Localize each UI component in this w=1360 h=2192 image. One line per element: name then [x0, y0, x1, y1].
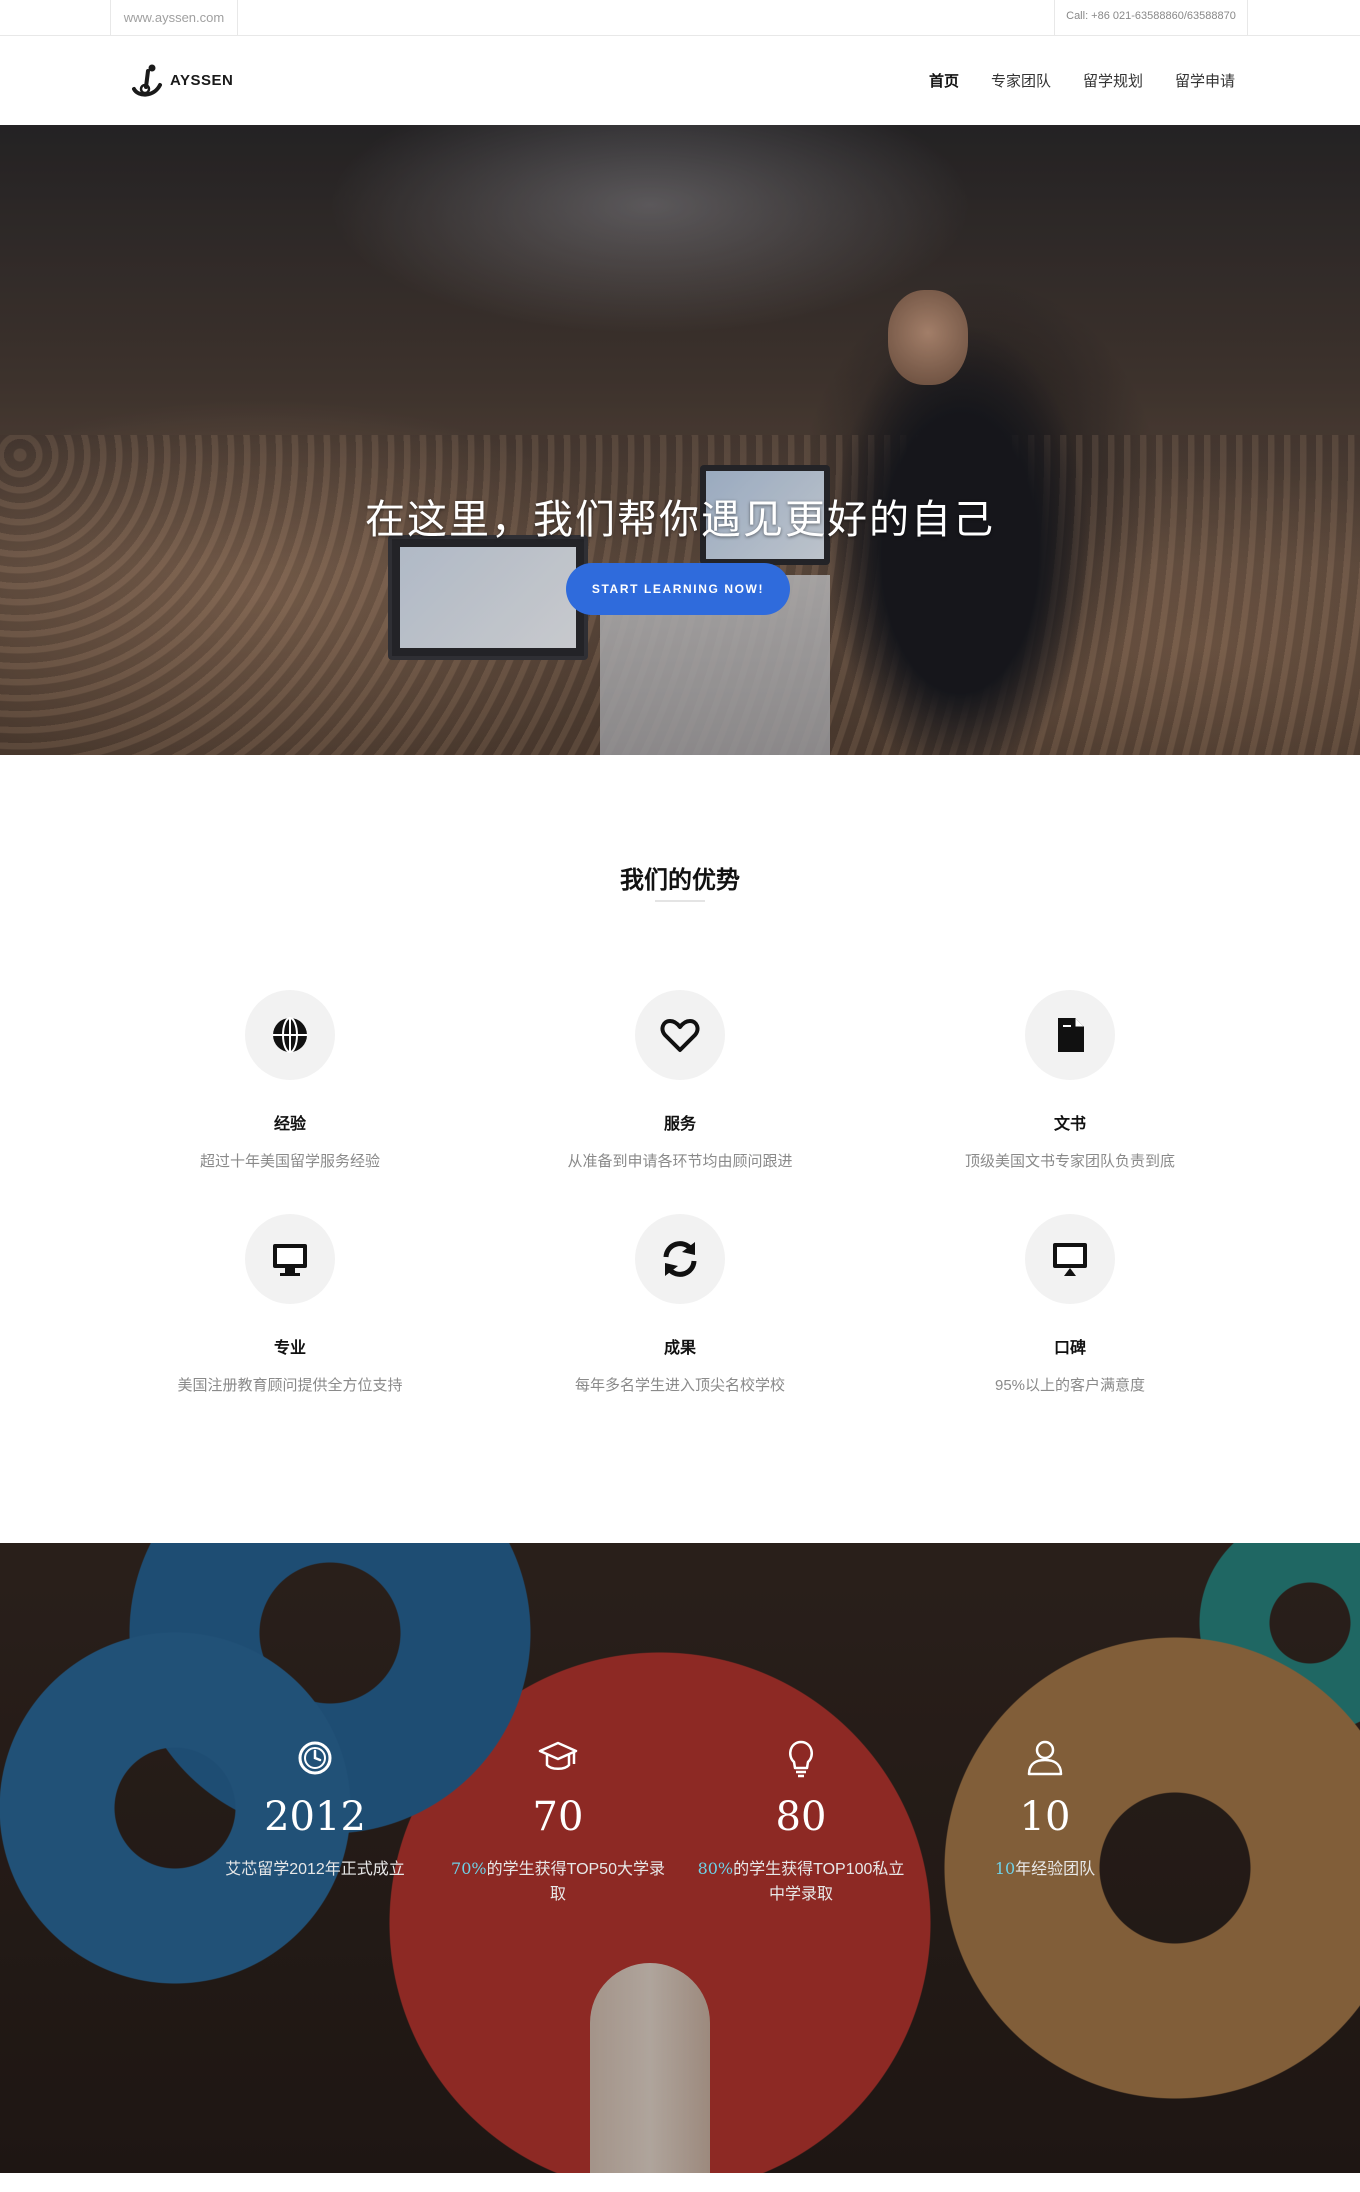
refresh-icon: [663, 1241, 697, 1277]
feature-item: 文书 顶级美国文书专家团队负责到底: [875, 990, 1265, 1171]
stat-item: 2012 艾芯留学2012年正式成立: [205, 1738, 425, 1882]
user-icon: [1025, 1738, 1065, 1778]
feature-item: 专业 美国注册教育顾问提供全方位支持: [95, 1214, 485, 1395]
stat-number: 10: [1019, 1794, 1071, 1840]
feature-desc: 顶级美国文书专家团队负责到底: [964, 1153, 1175, 1170]
feature-icon-circle: [245, 990, 335, 1080]
feature-item: 口碑 95%以上的客户满意度: [875, 1214, 1265, 1395]
stat-desc-highlight: 70%: [451, 1859, 487, 1878]
logo[interactable]: AYSSEN: [128, 60, 233, 100]
top-bar: www.ayssen.com Call: +86 021-63588860/63…: [0, 0, 1360, 36]
stat-desc-highlight: 10: [994, 1859, 1016, 1878]
title-divider: [655, 900, 705, 902]
main-nav: 首页 专家团队 留学规划 留学申请: [897, 36, 1235, 125]
stat-item: 10 10年经验团队: [935, 1738, 1155, 1882]
feature-desc: 超过十年美国留学服务经验: [199, 1153, 380, 1170]
feature-title: 文书: [1053, 1116, 1086, 1133]
graduation-cap-icon: [538, 1738, 578, 1778]
logo-text: AYSSEN: [170, 71, 234, 89]
stat-desc-highlight: 80%: [697, 1859, 734, 1878]
site-header: AYSSEN 首页 专家团队 留学规划 留学申请: [0, 36, 1360, 125]
feature-item: 经验 超过十年美国留学服务经验: [95, 990, 485, 1171]
stat-number: 70: [532, 1794, 584, 1840]
stat-desc-text: 的学生获得TOP50大学录取: [486, 1861, 665, 1903]
feature-icon-circle: [635, 1214, 725, 1304]
stat-desc: 70%的学生获得TOP50大学录取: [448, 1856, 668, 1907]
feature-title: 专业: [273, 1340, 306, 1357]
feature-title: 口碑: [1053, 1340, 1086, 1357]
stat-item: 80 80%的学生获得TOP100私立中学录取: [691, 1738, 911, 1907]
document-icon: [1058, 1018, 1084, 1052]
nav-item-study-planning[interactable]: 留学规划: [1083, 70, 1143, 91]
stats-section: 2012 艾芯留学2012年正式成立 70 70%的学生获得TOP50大学录取 …: [0, 1543, 1360, 2173]
feature-desc: 95%以上的客户满意度: [994, 1377, 1146, 1394]
logo-mark-icon: [128, 61, 166, 99]
feature-icon-circle: [1025, 990, 1115, 1080]
advantages-title: 我们的优势: [620, 867, 740, 894]
nav-item-home[interactable]: 首页: [929, 70, 959, 91]
nav-item-expert-team[interactable]: 专家团队: [991, 70, 1051, 91]
desktop-icon: [1053, 1243, 1087, 1276]
feature-item: 服务 从准备到申请各环节均由顾问跟进: [485, 990, 875, 1171]
contact-phone: Call: +86 021-63588860/63588870: [1054, 0, 1248, 36]
start-learning-button[interactable]: START LEARNING NOW!: [566, 563, 790, 615]
feature-icon-circle: [1025, 1214, 1115, 1304]
feature-icon-circle: [245, 1214, 335, 1304]
lightbulb-icon: [781, 1738, 821, 1778]
feature-item: 成果 每年多名学生进入顶尖名校学校: [485, 1214, 875, 1395]
stat-number: 80: [775, 1794, 827, 1840]
hero-slider: 在这里，我们帮你遇见更好的自己 START LEARNING NOW!: [0, 125, 1360, 755]
feature-desc: 美国注册教育顾问提供全方位支持: [177, 1377, 403, 1394]
heart-icon: [660, 1019, 700, 1052]
site-url[interactable]: www.ayssen.com: [110, 0, 238, 36]
stat-desc: 艾芯留学2012年正式成立: [205, 1856, 425, 1882]
hero-title: 在这里，我们帮你遇见更好的自己: [365, 497, 995, 543]
feature-desc: 每年多名学生进入顶尖名校学校: [574, 1377, 785, 1394]
feature-icon-circle: [635, 990, 725, 1080]
nav-item-study-application[interactable]: 留学申请: [1175, 70, 1235, 91]
globe-icon: [273, 1017, 307, 1053]
feature-title: 经验: [273, 1116, 306, 1133]
feature-title: 服务: [663, 1116, 696, 1133]
stat-desc: 10年经验团队: [935, 1856, 1155, 1882]
stat-desc-text: 的学生获得TOP100私立中学录取: [733, 1861, 905, 1903]
monitor-icon: [273, 1244, 307, 1276]
clock-icon: [295, 1738, 335, 1778]
stat-number: 2012: [264, 1794, 366, 1840]
stat-item: 70 70%的学生获得TOP50大学录取: [448, 1738, 668, 1907]
feature-desc: 从准备到申请各环节均由顾问跟进: [567, 1153, 793, 1170]
stat-desc-text: 年经验团队: [1015, 1861, 1096, 1878]
feature-title: 成果: [663, 1340, 696, 1357]
stat-desc-text: 艾芯留学2012年正式成立: [225, 1861, 405, 1878]
stat-desc: 80%的学生获得TOP100私立中学录取: [691, 1856, 911, 1907]
